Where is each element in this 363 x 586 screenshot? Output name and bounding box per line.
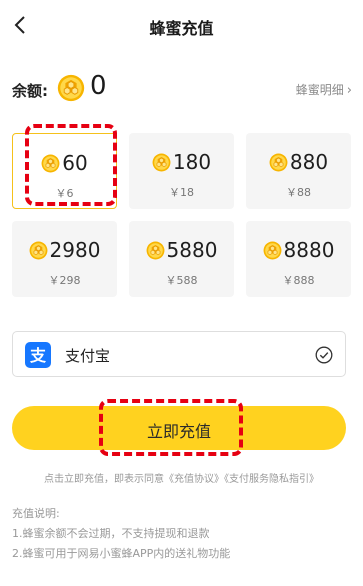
payment-method-label: 支付宝: [65, 347, 111, 365]
check-circle-icon[interactable]: [315, 346, 333, 364]
honey-coin-icon: [41, 154, 60, 173]
honey-coin-icon: [57, 74, 85, 102]
notes-title: 充值说明:: [12, 507, 60, 520]
package-tile-880[interactable]: 880 ￥88: [246, 133, 351, 209]
package-tile-2980[interactable]: 2980 ￥298: [12, 221, 117, 297]
honey-detail-link[interactable]: 蜂蜜明细 ›: [296, 81, 352, 98]
notes-item-1: 1.蜂蜜余额不会过期，不支持提现和退款: [12, 527, 210, 540]
package-amount: 5880: [166, 238, 218, 262]
svg-text:支: 支: [29, 346, 47, 365]
balance-value: 0: [90, 71, 107, 101]
balance-label: 余额:: [12, 82, 48, 100]
package-amount: 880: [289, 150, 329, 174]
recharge-now-button[interactable]: 立即充值: [12, 406, 346, 450]
package-tile-5880[interactable]: 5880 ￥588: [129, 221, 234, 297]
recharge-now-label: 立即充值: [146, 424, 211, 441]
package-tile-180[interactable]: 180 ￥18: [129, 133, 234, 209]
package-grid: 60 ￥6 180 ￥18 880 ￥88 2980 ￥298 5880 ￥58…: [12, 133, 351, 298]
recharge-notes: 充值说明: 1.蜂蜜余额不会过期，不支持提现和退款 2.蜂蜜可用于网易小蜜蜂AP…: [12, 504, 357, 564]
package-amount: 180: [172, 150, 212, 174]
honey-detail-label: 蜂蜜明细: [295, 83, 344, 97]
notes-item-2: 2.蜂蜜可用于网易小蜜蜂APP内的送礼物功能: [12, 547, 231, 560]
package-tile-8880[interactable]: 8880 ￥888: [246, 221, 351, 297]
package-price: ￥18: [169, 186, 194, 199]
page-title: 蜂蜜充值: [149, 19, 214, 38]
agreement-text[interactable]: 点击立即充值，即表示同意《充值协议》《支付服务隐私指引》: [0, 470, 363, 485]
package-price: ￥6: [55, 187, 74, 200]
package-tile-60[interactable]: 60 ￥6: [12, 133, 117, 209]
package-price: ￥888: [282, 274, 315, 287]
honey-coin-icon: [269, 153, 288, 172]
alipay-icon: 支: [25, 342, 51, 368]
package-amount: 60: [62, 151, 88, 175]
balance-row: 余额: 0 蜂蜜明细 ›: [12, 71, 352, 106]
package-amount: 2980: [49, 238, 101, 262]
package-amount: 8880: [283, 238, 335, 262]
package-price: ￥88: [286, 186, 311, 199]
honey-coin-icon: [152, 153, 171, 172]
package-price: ￥588: [165, 274, 198, 287]
honey-coin-icon: [29, 241, 48, 260]
honey-coin-icon: [263, 241, 282, 260]
payment-method-row[interactable]: 支 支付宝: [12, 331, 346, 377]
chevron-right-icon: ›: [346, 83, 352, 98]
honey-coin-icon: [146, 241, 165, 260]
top-bar: 蜂蜜充值: [0, 0, 363, 52]
package-price: ￥298: [48, 274, 81, 287]
